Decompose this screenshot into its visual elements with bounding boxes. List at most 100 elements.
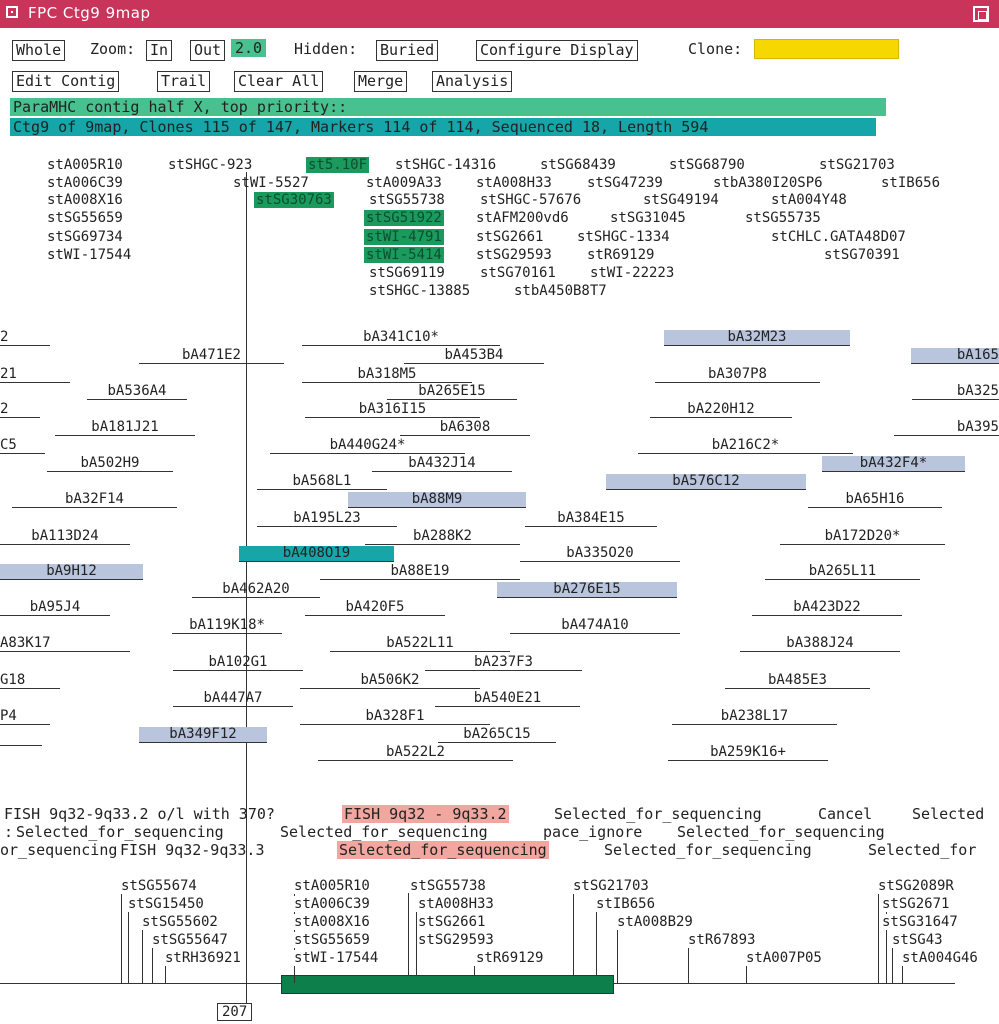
remark[interactable]: Selected_for_sequencing [604,841,812,859]
bottom-marker-label[interactable]: stR69129 [476,950,544,966]
clone-bar[interactable]: bA88E19 [320,564,520,580]
clone-bar[interactable]: bA462A20 [192,582,320,598]
bottom-marker-label[interactable]: stSG55738 [410,878,486,894]
remark-selected[interactable]: Selected_for_sequencing [337,841,549,859]
marker-label[interactable]: stSHGC-57676 [480,192,581,208]
marker-label[interactable]: stSHGC-14316 [395,157,496,173]
bottom-marker-label[interactable]: stSG15450 [128,896,204,912]
marker-label[interactable]: stSG68439 [540,157,616,173]
marker-label[interactable]: stA008X16 [47,192,123,208]
clone-bar[interactable]: bA102G1 [173,655,303,671]
bottom-marker-label[interactable]: stSG29593 [418,932,494,948]
marker-label[interactable]: stbA380I20SP6 [713,175,823,191]
whole-button[interactable]: Whole [12,40,66,61]
clone-bar[interactable]: bA32M23 [664,330,850,346]
marker-label[interactable]: stCHLC.GATA48D07 [771,229,906,245]
clone-bar[interactable]: bA318M5 [302,367,472,383]
clone-bar[interactable]: bA220H12 [650,402,792,418]
window-menu-icon[interactable] [6,6,18,18]
clone-bar[interactable]: G18 [0,673,60,689]
clone-bar[interactable]: bA32F14 [12,492,177,508]
remark[interactable]: : [4,823,13,841]
marker-label[interactable]: stbA450B8T7 [514,283,607,299]
clone-bar[interactable]: bA485E3 [725,673,870,689]
clone-bar[interactable]: bA335O20 [520,546,680,562]
clone-bar[interactable]: bA172D20* [780,529,945,545]
bottom-marker-label[interactable]: stSG55602 [142,914,218,930]
trail-button[interactable]: Trail [157,71,211,92]
edit-contig-button[interactable]: Edit Contig [12,71,120,92]
marker-label[interactable]: stA008H33 [476,175,552,191]
clone-bar[interactable] [0,745,42,746]
marker-label[interactable]: stSG31045 [610,210,686,226]
clone-bar[interactable]: bA276E15 [497,582,677,598]
marker-label[interactable]: stA005R10 [47,157,123,173]
bottom-marker-label[interactable]: stSG55674 [121,878,197,894]
remark[interactable]: or_sequencing [0,841,117,859]
marker-label[interactable]: stSG55738 [369,192,445,208]
clone-bar[interactable]: bA502H9 [47,456,173,472]
clone-bar[interactable]: bA181J21 [55,420,195,436]
marker-label[interactable]: stSG49194 [643,192,719,208]
bottom-marker-label[interactable]: stA008X16 [294,914,370,930]
marker-label[interactable]: stSHGC-13885 [369,283,470,299]
remark[interactable]: Selected_for_sequencing [16,823,224,841]
clone-bar[interactable]: A83K17 [0,636,130,652]
clone-bar[interactable]: bA388J24 [740,636,900,652]
clone-bar[interactable]: bA65H16 [808,492,942,508]
clone-bar[interactable]: bA288K2 [365,529,520,545]
clone-bar[interactable]: bA522L2 [318,745,513,761]
bottom-marker-label[interactable]: stA008H33 [418,896,494,912]
clone-bar[interactable]: bA384E15 [525,511,657,527]
clone-bar[interactable]: P4 [0,709,50,725]
marker-label[interactable]: stWI-5414 [364,247,444,263]
clone-bar-selected[interactable]: bA408O19 [239,546,394,562]
clone-bar[interactable]: bA88M9 [348,492,526,508]
clone-bar[interactable]: bA328F1 [300,709,490,725]
bottom-marker-label[interactable]: stSG2671 [882,896,950,912]
marker-label[interactable]: stSG69119 [369,265,445,281]
marker-label[interactable]: stSG70391 [824,247,900,263]
remark[interactable]: Selected_for_sequencing [677,823,885,841]
clone-bar[interactable]: C5 [0,438,45,454]
clone-bar[interactable]: 21 [0,367,70,383]
marker-label[interactable]: stWI-4791 [364,229,444,245]
zoom-value[interactable]: 2.0 [231,39,267,57]
clone-bar[interactable]: bA265C15 [438,727,556,743]
clone-bar[interactable]: bA453B4 [404,348,544,364]
clone-bar[interactable]: bA536A4 [87,384,187,400]
clone-bar[interactable]: 2 [0,330,50,346]
clone-bar[interactable]: bA471E2 [139,348,284,364]
analysis-button[interactable]: Analysis [432,71,513,92]
remark[interactable]: Selected_for [868,841,976,859]
bottom-marker-label[interactable]: stSG31647 [882,914,958,930]
marker-label[interactable]: stSG55659 [47,210,123,226]
clone-bar[interactable]: bA432F4* [822,456,965,472]
clone-bar[interactable]: bA119K18* [172,618,282,634]
clone-bar[interactable]: bA113D24 [0,529,130,545]
marker-label[interactable]: stSG47239 [587,175,663,191]
marker-label[interactable]: stSG30763 [254,192,334,208]
bottom-marker-label[interactable]: stA005R10 [294,878,370,894]
clone-bar[interactable]: bA238L17 [672,709,837,725]
marker-label[interactable]: stSG51922 [364,210,444,226]
clone-bar[interactable]: bA420F5 [305,600,445,616]
marker-label[interactable]: stSHGC-1334 [577,229,670,245]
remark[interactable]: FISH 9q32-9q33.2 o/l with 370? [4,805,275,823]
configure-display-button[interactable]: Configure Display [476,40,638,61]
marker-label[interactable]: stIB656 [881,175,940,191]
marker-label[interactable]: stA004Y48 [771,192,847,208]
clone-bar[interactable]: bA474A10 [510,618,680,634]
remark[interactable]: Cancel [818,805,872,823]
clone-bar[interactable]: bA265E15 [387,384,517,400]
remark[interactable]: FISH 9q32-9q33.3 [120,841,265,859]
clone-bar[interactable]: bA522L11 [330,636,510,652]
clone-bar[interactable]: bA325 [912,384,999,400]
bottom-marker-label[interactable]: stSG43 [892,932,943,948]
bottom-marker-label[interactable]: stA006C39 [294,896,370,912]
remark[interactable]: Selected [912,805,984,823]
bottom-marker-label[interactable]: stA007P05 [746,950,822,966]
clone-bar[interactable]: bA506K2 [300,673,480,689]
marker-label[interactable]: stA009A33 [366,175,442,191]
clone-bar[interactable]: bA395 [894,420,999,436]
